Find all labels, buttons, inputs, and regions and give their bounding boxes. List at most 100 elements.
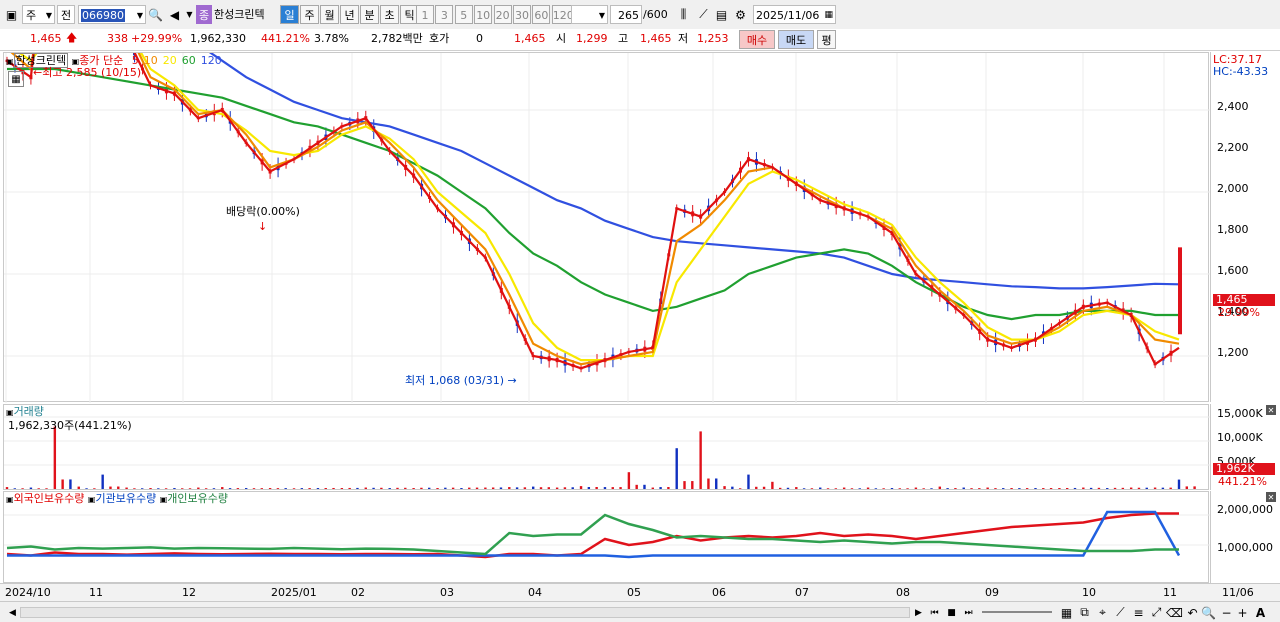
volume-bar [627, 472, 631, 489]
x-label: 2024/10 [5, 586, 51, 599]
period-tab-2[interactable]: 월 [320, 5, 339, 24]
sell-button[interactable]: 매도 [778, 30, 814, 49]
open: 1,299 [576, 32, 608, 45]
price: 1,465 [30, 32, 62, 45]
save-icon[interactable]: ▤ [713, 6, 730, 23]
scroll-track[interactable] [20, 607, 910, 618]
gear-icon[interactable]: ⚙ [732, 6, 749, 23]
interval-btn-1[interactable]: 3 [435, 5, 454, 24]
zoom-slider[interactable] [982, 611, 1052, 613]
volume-bar [523, 487, 527, 489]
volume-bar [1082, 487, 1085, 489]
ask: 1,465 [514, 32, 546, 45]
volume-bar [786, 487, 790, 489]
search-icon[interactable]: 🔍 [147, 6, 164, 23]
period-tab-5[interactable]: 초 [380, 5, 399, 24]
buy-button[interactable]: 매수 [739, 30, 775, 49]
holdings-panel[interactable]: ▣외국인보유수량 ▣기관보유수량 ▣개인보유수량 [3, 491, 1210, 583]
forward-icon[interactable]: ⏭ [960, 604, 977, 621]
candle-icon[interactable]: ⫼ [675, 6, 692, 23]
period-tab-0[interactable]: 일 [280, 5, 299, 24]
scroll-right-icon[interactable]: ▶ [910, 604, 927, 621]
holdings-legend: ▣외국인보유수량 ▣기관보유수량 ▣개인보유수량 [6, 492, 228, 507]
period-tab-4[interactable]: 분 [360, 5, 379, 24]
avg-button[interactable]: 평 [817, 30, 836, 49]
interval-btn-3[interactable]: 10 [474, 5, 493, 24]
price-panel[interactable]: ▣ 한성크린텍 ▣종가 단순 5 10 20 60 120 ▦ ←최고 2,585 (10… [3, 52, 1210, 403]
volume-bar [1137, 487, 1141, 489]
volume-bar [85, 488, 88, 489]
window-icon[interactable]: ▣ [3, 6, 20, 23]
volume-bar [292, 488, 296, 489]
scroll-left-icon[interactable]: ◀ [4, 604, 21, 621]
period-tab-1[interactable]: 주 [300, 5, 319, 24]
prefix-box[interactable]: 전 [57, 5, 75, 24]
interval-btn-7[interactable]: 120 [551, 5, 574, 24]
rewind-icon[interactable]: ⏮ [926, 604, 943, 621]
market-select[interactable]: 주 ▼ [22, 5, 55, 24]
fib-icon[interactable]: ≡ [1130, 604, 1147, 621]
volume-bar [834, 488, 838, 489]
volume-bar [994, 488, 997, 489]
volume-bar [372, 487, 375, 489]
volume-bar [819, 487, 822, 489]
x-label: 11 [1163, 586, 1177, 599]
volume-panel[interactable]: ▣거래량 1,962,330주(441.21%) [3, 404, 1210, 490]
volume-bar [930, 488, 933, 489]
zoom-icon[interactable]: 🔍 [1200, 604, 1217, 621]
high-note: ←최고 2,585 (10/15) [33, 66, 141, 80]
calendar-icon: ▦ [824, 10, 833, 20]
volume-bar [1002, 488, 1005, 489]
dropdown-icon: ▼ [45, 11, 52, 20]
font-icon[interactable]: A [1252, 604, 1269, 621]
stop-icon[interactable]: ■ [943, 604, 960, 621]
period-tab-3[interactable]: 년 [340, 5, 359, 24]
interval-select[interactable]: ▼ [571, 5, 608, 24]
volume-bar [173, 488, 176, 489]
interval-btn-6[interactable]: 60 [532, 5, 551, 24]
volume-bar [1034, 488, 1037, 489]
volume-bar [140, 488, 144, 489]
volume-bar [850, 488, 854, 489]
interval-btn-4[interactable]: 20 [493, 5, 512, 24]
volume-bar [101, 474, 104, 489]
high: 1,465 [640, 32, 672, 45]
volume-bar [635, 484, 638, 489]
volume-bar [29, 487, 33, 489]
volume-bar [587, 487, 591, 489]
volume-bar [1193, 486, 1196, 489]
volume-bar [109, 486, 112, 489]
volume-bar [810, 488, 814, 489]
date-input[interactable]: 2025/11/06 ▦ [753, 5, 836, 24]
holdings-close-icon[interactable]: ✕ [1266, 492, 1276, 502]
volume-bar [738, 488, 742, 489]
interval-btn-2[interactable]: 5 [454, 5, 473, 24]
trend-icon[interactable]: ⤢ [1148, 604, 1165, 621]
volume-bar [348, 487, 351, 489]
volume-close-icon[interactable]: ✕ [1266, 405, 1276, 415]
zoom-out-icon[interactable]: − [1218, 604, 1235, 621]
volume-bar [308, 488, 311, 489]
code-input[interactable]: 066980 ▼ [78, 5, 146, 24]
eraser-icon[interactable]: ⌫ [1166, 604, 1183, 621]
cursor-icon[interactable]: ⌖ [1094, 604, 1111, 621]
volume-bar [228, 488, 232, 489]
line-tool-icon[interactable]: ⟋ [1112, 604, 1129, 621]
legend-individual: 개인보유수량 [167, 492, 228, 505]
volume-bar [1106, 488, 1109, 489]
undo-icon[interactable]: ↶ [1184, 604, 1201, 621]
interval-btn-5[interactable]: 30 [513, 5, 531, 24]
volume-bar [954, 488, 957, 489]
date-value: 2025/11/06 [756, 9, 820, 22]
copy-icon[interactable]: ⧉ [1076, 604, 1093, 621]
holdings-tick: 2,000,000 [1217, 503, 1273, 516]
draw-icon[interactable]: ⟋ [695, 6, 712, 23]
zoom-in-icon[interactable]: + [1234, 604, 1251, 621]
calculator-icon[interactable]: ▦ [8, 71, 24, 87]
count-input[interactable]: 265 [610, 5, 642, 24]
layout-icon[interactable]: ▦ [1058, 604, 1075, 621]
interval-btn-0[interactable]: 1 [416, 5, 434, 24]
scroll-bar[interactable]: ◀ ▶ ⏮ ■ ⏭ ▦ ⧉ ⌖ ⟋ ≡ ⤢ ⌫ ↶ 🔍 − + A [0, 601, 1280, 622]
volume-bar [778, 487, 782, 489]
volume-bar [364, 487, 367, 489]
